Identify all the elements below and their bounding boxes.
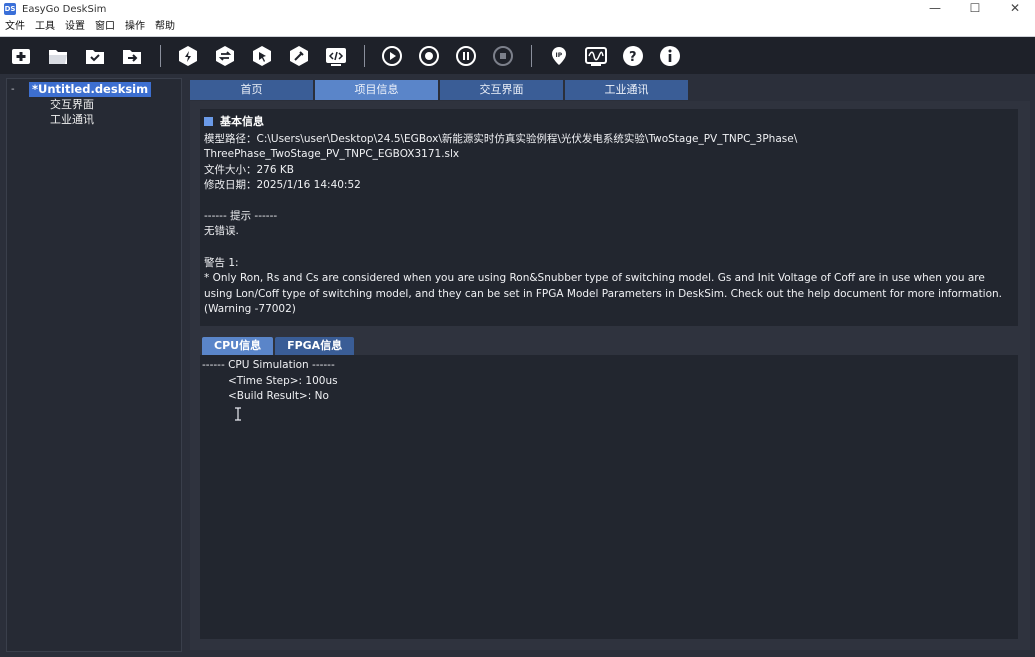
title-bar: DS EasyGo DeskSim — ☐ ✕ [0,0,1035,18]
file-size: 文件大小：276 KB [204,164,294,176]
open-folder-button[interactable] [45,43,71,69]
info-subtabs: CPU信息 FPGA信息 [202,337,356,355]
project-tree: - *Untitled.desksim 交互界面 工业通讯 [6,78,182,652]
record-button[interactable] [416,43,442,69]
export-button[interactable] [119,43,145,69]
toolbar-separator [531,44,532,67]
ip-button[interactable]: IP [546,43,572,69]
new-file-button[interactable] [8,43,34,69]
modified-date: 修改日期：2025/1/16 14:40:52 [204,179,361,191]
basic-info-box: 基本信息 模型路径：C:\Users\user\Desktop\24.5\EGB… [200,109,1018,326]
subtab-fpga-info[interactable]: FPGA信息 [275,337,355,355]
tools-button[interactable] [286,43,312,69]
sync-button[interactable] [212,43,238,69]
hint-header: ------ 提示 ------ [204,210,278,222]
section-marker-icon [204,116,213,126]
minimize-button[interactable]: — [915,0,955,18]
menu-help[interactable]: 帮助 [150,18,180,36]
tree-root-label[interactable]: *Untitled.desksim [29,82,152,97]
basic-info-title: 基本信息 [220,115,264,128]
code-icon [326,47,346,66]
cursor-target-icon [253,45,271,66]
stop-icon [493,45,513,66]
waveform-button[interactable] [583,43,609,69]
menu-file[interactable]: 文件 [0,18,30,36]
project-info-panel: 基本信息 模型路径：C:\Users\user\Desktop\24.5\EGB… [190,101,1030,650]
tools-icon [290,45,308,66]
cpu-info-console[interactable]: ------ CPU Simulation ------ <Time Step>… [200,355,1018,639]
tab-project-info[interactable]: 项目信息 [315,80,438,100]
maximize-button[interactable]: ☐ [955,0,995,18]
help-icon: ? [623,45,643,66]
menu-window[interactable]: 窗口 [90,18,120,36]
warning-text: * Only Ron, Rs and Cs are considered whe… [204,272,1003,315]
window-title: EasyGo DeskSim [22,3,107,15]
menu-operation[interactable]: 操作 [120,18,150,36]
build-icon [179,45,197,66]
stop-button[interactable] [490,43,516,69]
warning-label: 警告 1: [204,257,239,269]
cursor-target-button[interactable] [249,43,275,69]
tree-root[interactable]: - *Untitled.desksim [11,82,152,97]
close-button[interactable]: ✕ [995,0,1035,18]
console-time-step: <Time Step>: 100us [228,375,338,387]
model-path-line1: 模型路径：C:\Users\user\Desktop\24.5\EGBox\新能… [204,133,798,145]
info-icon [660,45,680,66]
play-button[interactable] [379,43,405,69]
tab-interactive-ui[interactable]: 交互界面 [440,80,563,100]
tree-item-interactive-ui[interactable]: 交互界面 [50,97,94,112]
toolbar: IP ? [0,37,1035,74]
pause-button[interactable] [453,43,479,69]
code-button[interactable] [323,43,349,69]
sync-icon [216,45,234,66]
play-icon [382,45,402,66]
app-logo-icon: DS [4,3,16,15]
build-button[interactable] [175,43,201,69]
toolbar-separator [160,44,161,67]
save-button[interactable] [82,43,108,69]
save-icon [86,49,104,64]
main-area: 首页 项目信息 交互界面 工业通讯 基本信息 模型路径：C:\Users\use… [190,78,1030,652]
open-folder-icon [49,49,67,64]
console-build-result: <Build Result>: No [228,390,329,402]
menu-bar: 文件 工具 设置 窗口 操作 帮助 [0,18,1035,37]
console-header: ------ CPU Simulation ------ [202,359,335,371]
info-button[interactable] [657,43,683,69]
tree-collapse-toggle[interactable]: - [11,84,29,95]
svg-text:?: ? [629,50,637,65]
record-icon [419,45,439,66]
tab-home[interactable]: 首页 [190,80,313,100]
tree-item-industrial-comm[interactable]: 工业通讯 [50,112,94,127]
help-button[interactable]: ? [620,43,646,69]
subtab-cpu-info[interactable]: CPU信息 [202,337,274,355]
main-tabs: 首页 项目信息 交互界面 工业通讯 [190,80,690,100]
menu-settings[interactable]: 设置 [60,18,90,36]
basic-info-header: 基本信息 [204,113,264,129]
pause-icon [456,45,476,66]
new-file-icon [12,48,30,64]
hint-text: 无错误. [204,225,239,237]
svg-text:IP: IP [556,52,563,59]
window-controls: — ☐ ✕ [915,0,1035,18]
export-icon [123,49,141,64]
ip-icon: IP [552,46,566,65]
tab-industrial-comm[interactable]: 工业通讯 [565,80,688,100]
text-cursor-icon [235,407,241,421]
toolbar-separator [364,44,365,67]
model-path-line2: ThreePhase_TwoStage_PV_TNPC_EGBOX3171.sl… [204,148,460,160]
waveform-icon [585,46,607,66]
menu-tools[interactable]: 工具 [30,18,60,36]
